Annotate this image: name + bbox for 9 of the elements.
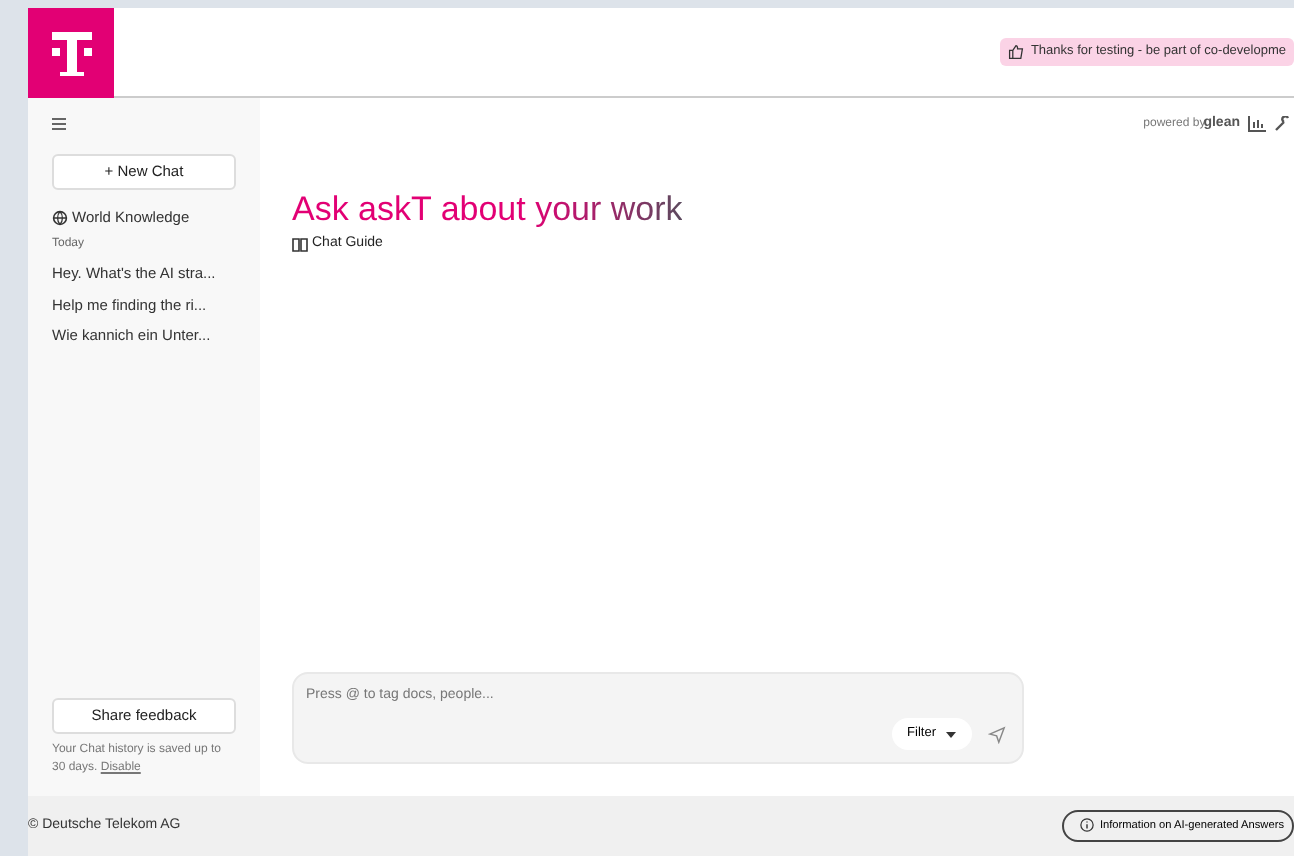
- send-icon[interactable]: [988, 725, 1006, 744]
- chart-icon[interactable]: [1248, 116, 1266, 133]
- globe-icon: [52, 209, 68, 226]
- book-icon: [292, 237, 308, 252]
- thumbs-up-icon: [1008, 44, 1025, 60]
- menu-icon[interactable]: [52, 118, 66, 130]
- telekom-logo[interactable]: [28, 7, 114, 97]
- info-icon: [1079, 818, 1094, 833]
- caret-icon: [946, 731, 956, 738]
